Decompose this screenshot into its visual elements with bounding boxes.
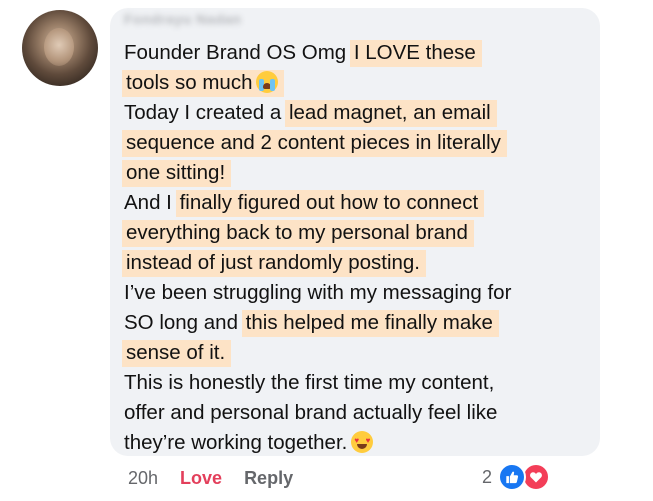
love-button[interactable]: Love	[180, 468, 222, 488]
comment-line-3: Today I created a lead magnet, an email	[124, 98, 497, 128]
emoji-mouth	[263, 83, 272, 89]
comment-text: offer and personal brand actually feel l…	[124, 401, 498, 424]
avatar[interactable]	[22, 10, 98, 86]
heart-glyph	[530, 472, 542, 483]
comment-line-8: instead of just randomly posting.	[122, 248, 426, 278]
comment-text: This is honestly the first time my conte…	[124, 371, 495, 394]
like-icon	[498, 463, 527, 491]
reaction-count: 2	[482, 466, 493, 487]
comment-highlight: this helped me finally make	[241, 310, 499, 337]
comment-timestamp[interactable]: 20h	[128, 468, 158, 488]
comment-text: they’re working together.	[124, 431, 348, 454]
crying-face-emoji	[256, 71, 279, 93]
comment-author[interactable]: Fondrayu Nadan	[124, 11, 241, 27]
comment-line-9: I’ve been struggling with my messaging f…	[124, 278, 511, 308]
comment-line-12: This is honestly the first time my conte…	[124, 368, 494, 398]
comment-highlight: one sitting!	[122, 160, 232, 187]
comment-line-10: SO long and this helped me finally make	[124, 308, 499, 338]
emoji-mouth	[357, 444, 368, 449]
comment-line-2: tools so much	[122, 68, 285, 98]
comment-text: And I	[124, 191, 178, 214]
comment-text: I’ve been struggling with my messaging f…	[124, 281, 512, 304]
heart-icon	[522, 463, 551, 491]
comment-highlight: tools so much	[122, 70, 285, 97]
comment-highlight: sense of it.	[122, 340, 232, 367]
comment-line-11: sense of it.	[122, 338, 232, 368]
heart-eyes-emoji: ♥ ♥	[351, 431, 374, 453]
thumbs-up-glyph	[506, 471, 519, 484]
comment-line-6: And I finally figured out how to connect	[124, 188, 485, 218]
comment-line-5: one sitting!	[122, 158, 232, 188]
reply-button[interactable]: Reply	[244, 468, 293, 488]
comment-line-7: everything back to my personal brand	[122, 218, 474, 248]
comment-highlight: instead of just randomly posting.	[122, 250, 426, 277]
comment-highlight: finally figured out how to connect	[175, 190, 485, 217]
comment-highlight: everything back to my personal brand	[122, 220, 474, 247]
comment-highlight: sequence and 2 content pieces in literal…	[122, 130, 507, 157]
comment-text: SO long and	[124, 311, 244, 334]
comment-text: Today I created a	[124, 101, 287, 124]
comment-text: Founder Brand OS Omg	[124, 41, 352, 64]
comment-line-13: offer and personal brand actually feel l…	[124, 398, 497, 428]
comment-highlight-text: tools so much	[126, 71, 253, 94]
comment-line-14: they’re working together. ♥ ♥	[124, 428, 374, 458]
avatar-face	[44, 28, 74, 66]
comment-line-1: Founder Brand OS Omg I LOVE these	[124, 38, 482, 68]
reaction-summary[interactable]: 2	[482, 463, 551, 491]
comment-line-4: sequence and 2 content pieces in literal…	[122, 128, 507, 158]
comment-actions: 20h Love Reply	[128, 464, 293, 492]
comment-highlight: lead magnet, an email	[284, 100, 497, 127]
comment-highlight: I LOVE these	[349, 40, 482, 67]
